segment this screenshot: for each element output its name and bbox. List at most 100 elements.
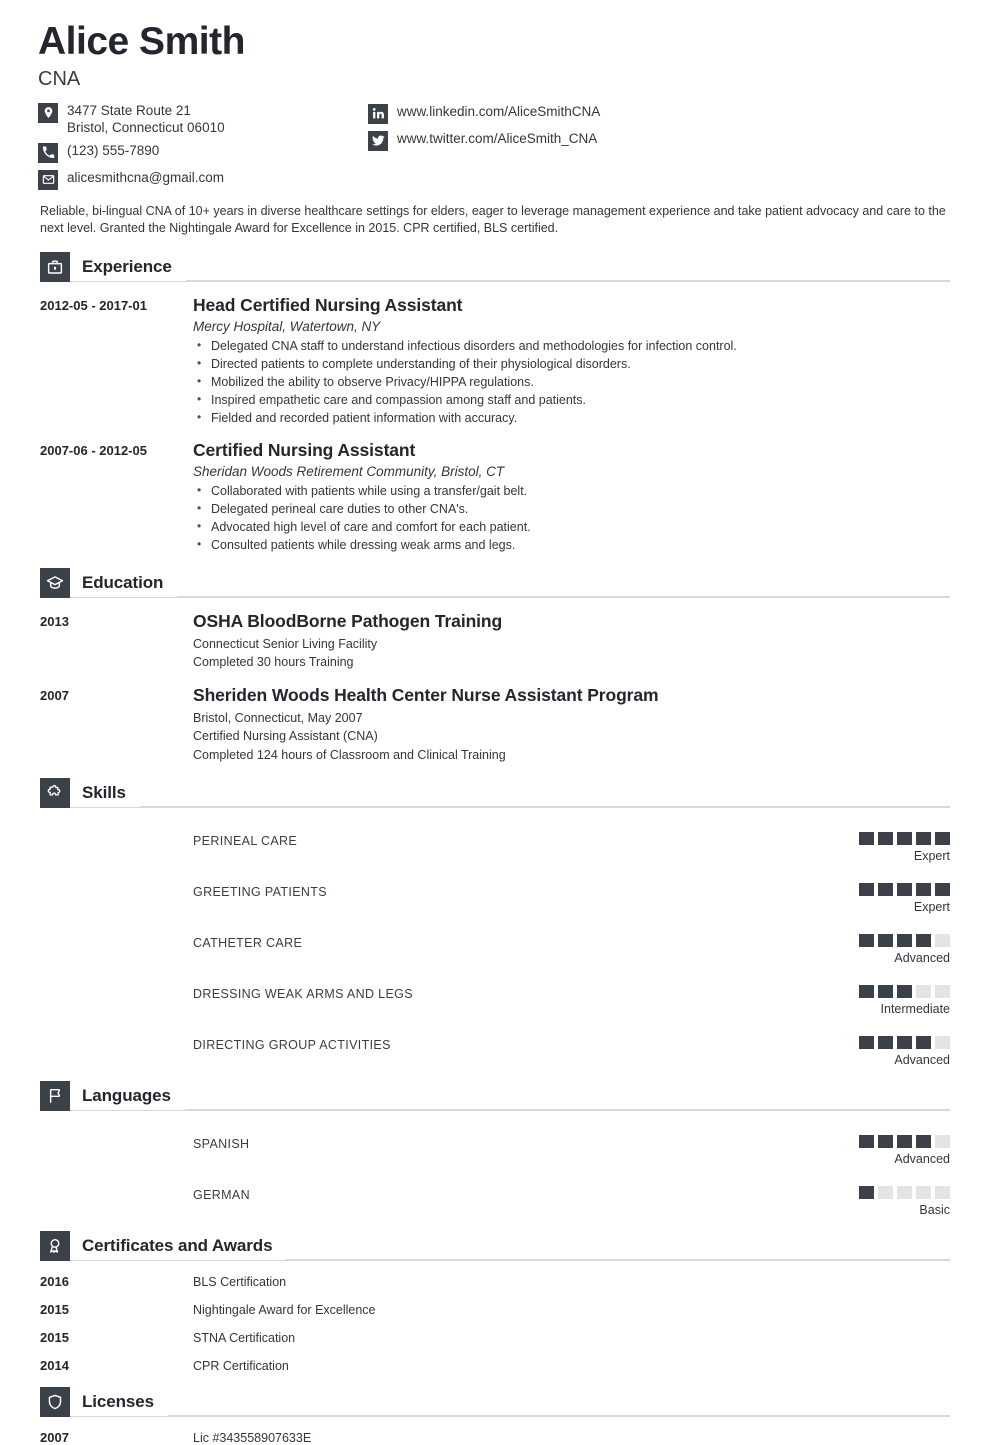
rating-squares [830,832,950,846]
section-skills: Skills PERINEAL CARE Expert GREETING PAT… [38,778,950,1067]
section-divider [286,1259,950,1261]
skill-row: PERINEAL CARE Expert [38,832,950,863]
skill-rating: Advanced [830,934,950,965]
twitter-icon [368,130,388,151]
contact-twitter[interactable]: www.twitter.com/AliceSmith_CNA [368,130,950,151]
job-title: CNA [38,67,81,90]
section-title-experience: Experience [82,256,172,276]
rating-square [916,883,931,897]
section-header-education: Education [38,567,950,598]
rating-square [859,832,874,846]
graduation-cap-icon [40,567,70,598]
education-entry: 2013 OSHA BloodBorne Pathogen Training C… [38,611,950,672]
section-education: Education 2013 OSHA BloodBorne Pathogen … [38,567,950,765]
bullet-item: Delegated CNA staff to understand infect… [193,336,950,355]
certificate-text: BLS Certification [193,1275,287,1290]
section-licenses: Licenses 2007 Lic #343558907633E [38,1387,950,1445]
rating-square [935,1135,950,1149]
skill-label: GREETING PATIENTS [193,885,327,900]
bullet-item: Inspired empathetic care and compassion … [193,390,950,409]
rating-square [859,1135,874,1149]
linkedin-icon [368,103,388,124]
rating-square [916,832,931,846]
rating-square [859,1186,874,1200]
license-text: Lic #343558907633E [193,1431,312,1445]
skill-rating: Advanced [830,1036,950,1067]
language-row: GERMAN Basic [38,1186,950,1217]
rating-square [897,1186,912,1200]
certificate-text: STNA Certification [193,1331,296,1346]
page-title: Alice Smith [38,20,245,63]
section-header-languages: Languages [38,1081,950,1112]
bullet-item: Mobilized the ability to observe Privacy… [193,372,950,391]
award-ribbon-icon [40,1231,70,1262]
section-header-experience: Experience [38,251,950,282]
address-line-1: 3477 State Route 21 [67,102,191,118]
rating-square [859,985,874,999]
certificate-row: 2014 CPR Certification [38,1358,950,1373]
entry-subtitle: Mercy Hospital, Watertown, NY [193,318,381,334]
rating-square [878,883,893,897]
rating-square [878,1036,893,1050]
rating-squares [830,1135,950,1149]
rating-square [878,832,893,846]
skill-rating: Expert [830,832,950,863]
shield-icon [40,1387,70,1418]
certificate-date: 2016 [40,1274,69,1290]
contact-linkedin[interactable]: www.linkedin.com/AliceSmithCNA [368,103,950,124]
entry-title: Certified Nursing Assistant [193,439,416,460]
language-rating: Advanced [830,1135,950,1166]
entry-title: Sheriden Woods Health Center Nurse Assis… [193,684,659,705]
rating-square [935,985,950,999]
rating-square [897,883,912,897]
contact-email[interactable]: alicesmithcna@gmail.com [38,169,368,190]
skill-level-text: Advanced [894,951,950,966]
entry-subtitle: Sheridan Woods Retirement Community, Bri… [193,463,505,479]
skill-label: DRESSING WEAK ARMS AND LEGS [193,987,413,1002]
rating-square [897,934,912,948]
section-title-skills: Skills [82,783,126,803]
skill-level-text: Expert [913,900,950,915]
rating-square [897,1036,912,1050]
rating-square [878,1135,893,1149]
rating-squares [830,1186,950,1200]
rating-square [935,1186,950,1200]
rating-square [916,1036,931,1050]
rating-square [935,832,950,846]
certificate-text: CPR Certification [193,1359,289,1374]
rating-square [935,1036,950,1050]
skill-label: CATHETER CARE [193,936,303,951]
skill-level-text: Advanced [894,1053,950,1068]
entry-date: 2012-05 - 2017-01 [40,297,147,313]
entry-detail: Connecticut Senior Living Facility [193,636,378,651]
certificate-row: 2016 BLS Certification [38,1274,950,1289]
language-level-text: Advanced [894,1152,950,1167]
entry-detail: Completed 124 hours of Classroom and Cli… [193,747,506,762]
bullet-item: Delegated perineal care duties to other … [193,499,950,518]
certificate-row: 2015 Nightingale Award for Excellence [38,1302,950,1317]
phone-icon [38,142,58,163]
entry-detail: Bristol, Connecticut, May 2007 [193,710,363,725]
rating-square [897,832,912,846]
language-level-text: Basic [919,1203,950,1218]
briefcase-icon [40,251,70,282]
contact-phone[interactable]: (123) 555-7890 [38,142,368,163]
contact-address: 3477 State Route 21 Bristol, Connecticut… [38,102,368,136]
language-rating: Basic [830,1186,950,1217]
section-header-certificates: Certificates and Awards [38,1231,950,1262]
certificate-row: 2015 STNA Certification [38,1330,950,1345]
flag-icon [40,1081,70,1112]
entry-detail: Completed 30 hours Training [193,655,354,670]
license-date: 2007 [40,1430,69,1445]
email-icon [38,169,58,190]
twitter-text: www.twitter.com/AliceSmith_CNA [397,130,598,146]
section-certificates: Certificates and Awards 2016 BLS Certifi… [38,1231,950,1373]
section-languages: Languages SPANISH Advanced GERMAN Basic [38,1081,950,1217]
skill-rating: Intermediate [830,985,950,1016]
rating-square [859,883,874,897]
certificate-date: 2015 [40,1302,69,1318]
skill-level-text: Intermediate [880,1002,950,1017]
entry-body: Sheriden Woods Health Center Nurse Assis… [193,685,950,765]
entry-bullets: Delegated CNA staff to understand infect… [193,336,950,427]
rating-square [916,1186,931,1200]
